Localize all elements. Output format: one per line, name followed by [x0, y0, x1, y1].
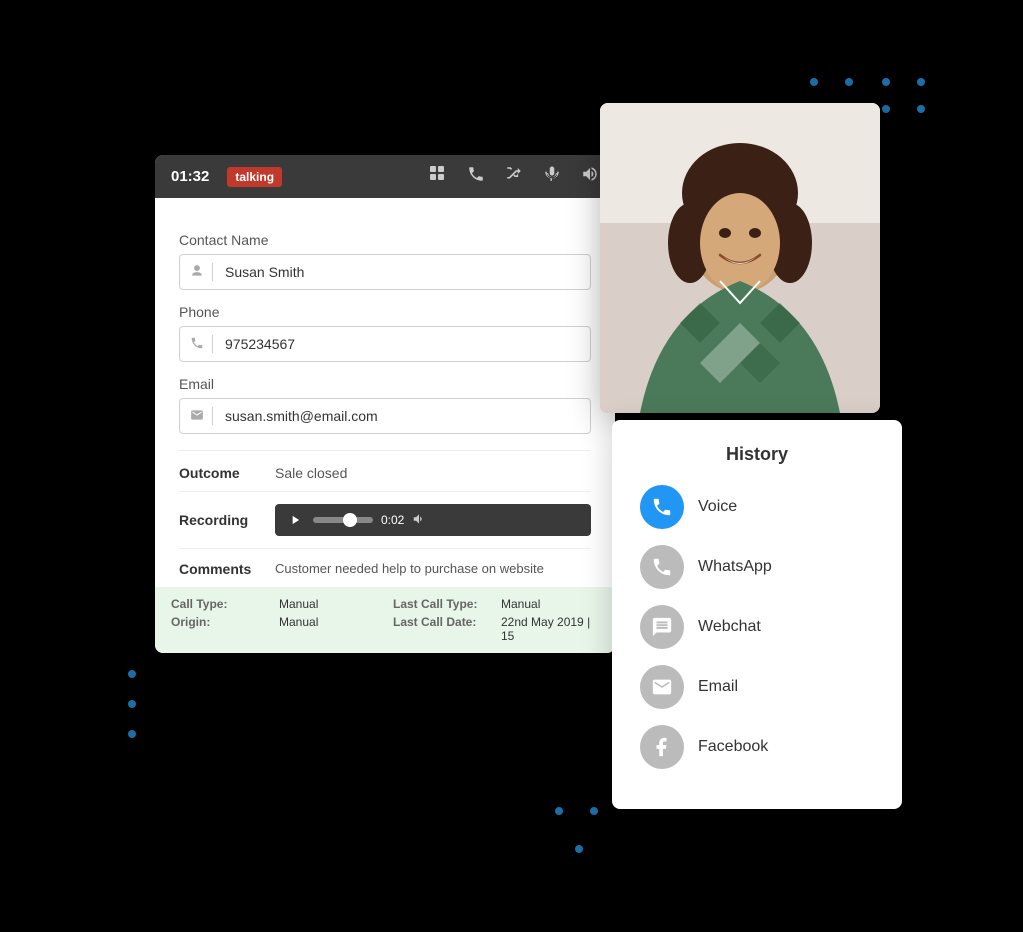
history-item-whatsapp[interactable]: WhatsApp [640, 545, 874, 589]
footer-row-1: Call Type: Manual [171, 597, 377, 611]
dot [810, 78, 818, 86]
contact-name-label: Contact Name [179, 232, 591, 248]
outcome-label: Outcome [179, 465, 259, 481]
whatsapp-label: WhatsApp [698, 558, 772, 576]
shuffle-icon[interactable] [505, 165, 523, 188]
last-call-type-key: Last Call Type: [393, 597, 493, 611]
voice-label: Voice [698, 498, 737, 516]
last-call-type-val: Manual [501, 597, 540, 611]
webchat-label: Webchat [698, 618, 761, 636]
whatsapp-icon-circle [640, 545, 684, 589]
contact-name-input[interactable]: Susan Smith [179, 254, 591, 290]
facebook-label: Facebook [698, 738, 768, 756]
outcome-value: Sale closed [275, 465, 347, 481]
mic-icon[interactable] [543, 165, 561, 188]
dot [128, 670, 136, 678]
email-value: susan.smith@email.com [225, 408, 378, 424]
grid-icon[interactable] [429, 165, 447, 188]
voice-icon-circle [640, 485, 684, 529]
email-icon [190, 408, 204, 425]
email-icon-circle [640, 665, 684, 709]
email-history-label: Email [698, 678, 738, 696]
facebook-icon-circle [640, 725, 684, 769]
person-svg [600, 103, 880, 413]
origin-key: Origin: [171, 615, 271, 643]
audio-track[interactable] [313, 517, 373, 523]
crm-topbar-icons [429, 165, 599, 188]
dot [917, 78, 925, 86]
footer-row-4: Last Call Date: 22nd May 2019 | 15 [393, 615, 599, 643]
comments-text: Customer needed help to purchase on webs… [275, 561, 544, 576]
dot [590, 807, 598, 815]
scene: 01:32 talking [0, 0, 1023, 932]
outcome-row: Outcome Sale closed [179, 450, 591, 491]
call-type-val: Manual [279, 597, 318, 611]
volume-icon[interactable] [581, 165, 599, 188]
crm-card: 01:32 talking [155, 155, 615, 653]
phone-input[interactable]: 975234567 [179, 326, 591, 362]
history-title: History [640, 444, 874, 465]
phone-icon[interactable] [467, 165, 485, 188]
audio-thumb [343, 513, 357, 527]
audio-player[interactable]: 0:02 [275, 504, 591, 536]
history-item-webchat[interactable]: Webchat [640, 605, 874, 649]
comments-label: Comments [179, 561, 259, 577]
footer-row-3: Origin: Manual [171, 615, 377, 643]
origin-val: Manual [279, 615, 318, 643]
webchat-icon-circle [640, 605, 684, 649]
dot [128, 700, 136, 708]
phone-value: 975234567 [225, 336, 295, 352]
crm-footer: Call Type: Manual Last Call Type: Manual… [155, 587, 615, 653]
talking-badge: talking [227, 167, 282, 187]
call-timer: 01:32 [171, 168, 209, 185]
email-input[interactable]: susan.smith@email.com [179, 398, 591, 434]
recording-label: Recording [179, 512, 259, 528]
person-icon [190, 264, 204, 281]
phone-label: Phone [179, 304, 591, 320]
last-call-date-val: 22nd May 2019 | 15 [501, 615, 599, 643]
contact-name-value: Susan Smith [225, 264, 304, 280]
phone-field-icon [190, 336, 204, 353]
dot [845, 78, 853, 86]
email-label: Email [179, 376, 591, 392]
crm-body: Contact Name Susan Smith Phone 975234567… [155, 198, 615, 577]
dot [882, 78, 890, 86]
dot [882, 105, 890, 113]
photo-background [600, 103, 880, 413]
crm-topbar: 01:32 talking [155, 155, 615, 198]
call-type-key: Call Type: [171, 597, 271, 611]
history-panel: History Voice WhatsApp Webchat [612, 420, 902, 809]
dot [128, 730, 136, 738]
play-button[interactable] [285, 510, 305, 530]
audio-time: 0:02 [381, 513, 404, 527]
history-item-email[interactable]: Email [640, 665, 874, 709]
audio-volume-icon[interactable] [412, 512, 426, 529]
dot [575, 845, 583, 853]
contact-photo-card [600, 103, 880, 413]
dot [917, 105, 925, 113]
last-call-date-key: Last Call Date: [393, 615, 493, 643]
recording-row: Recording 0:02 [179, 491, 591, 548]
comments-row: Comments Customer needed help to purchas… [179, 548, 591, 577]
history-item-voice[interactable]: Voice [640, 485, 874, 529]
history-item-facebook[interactable]: Facebook [640, 725, 874, 769]
dot [555, 807, 563, 815]
footer-row-2: Last Call Type: Manual [393, 597, 599, 611]
